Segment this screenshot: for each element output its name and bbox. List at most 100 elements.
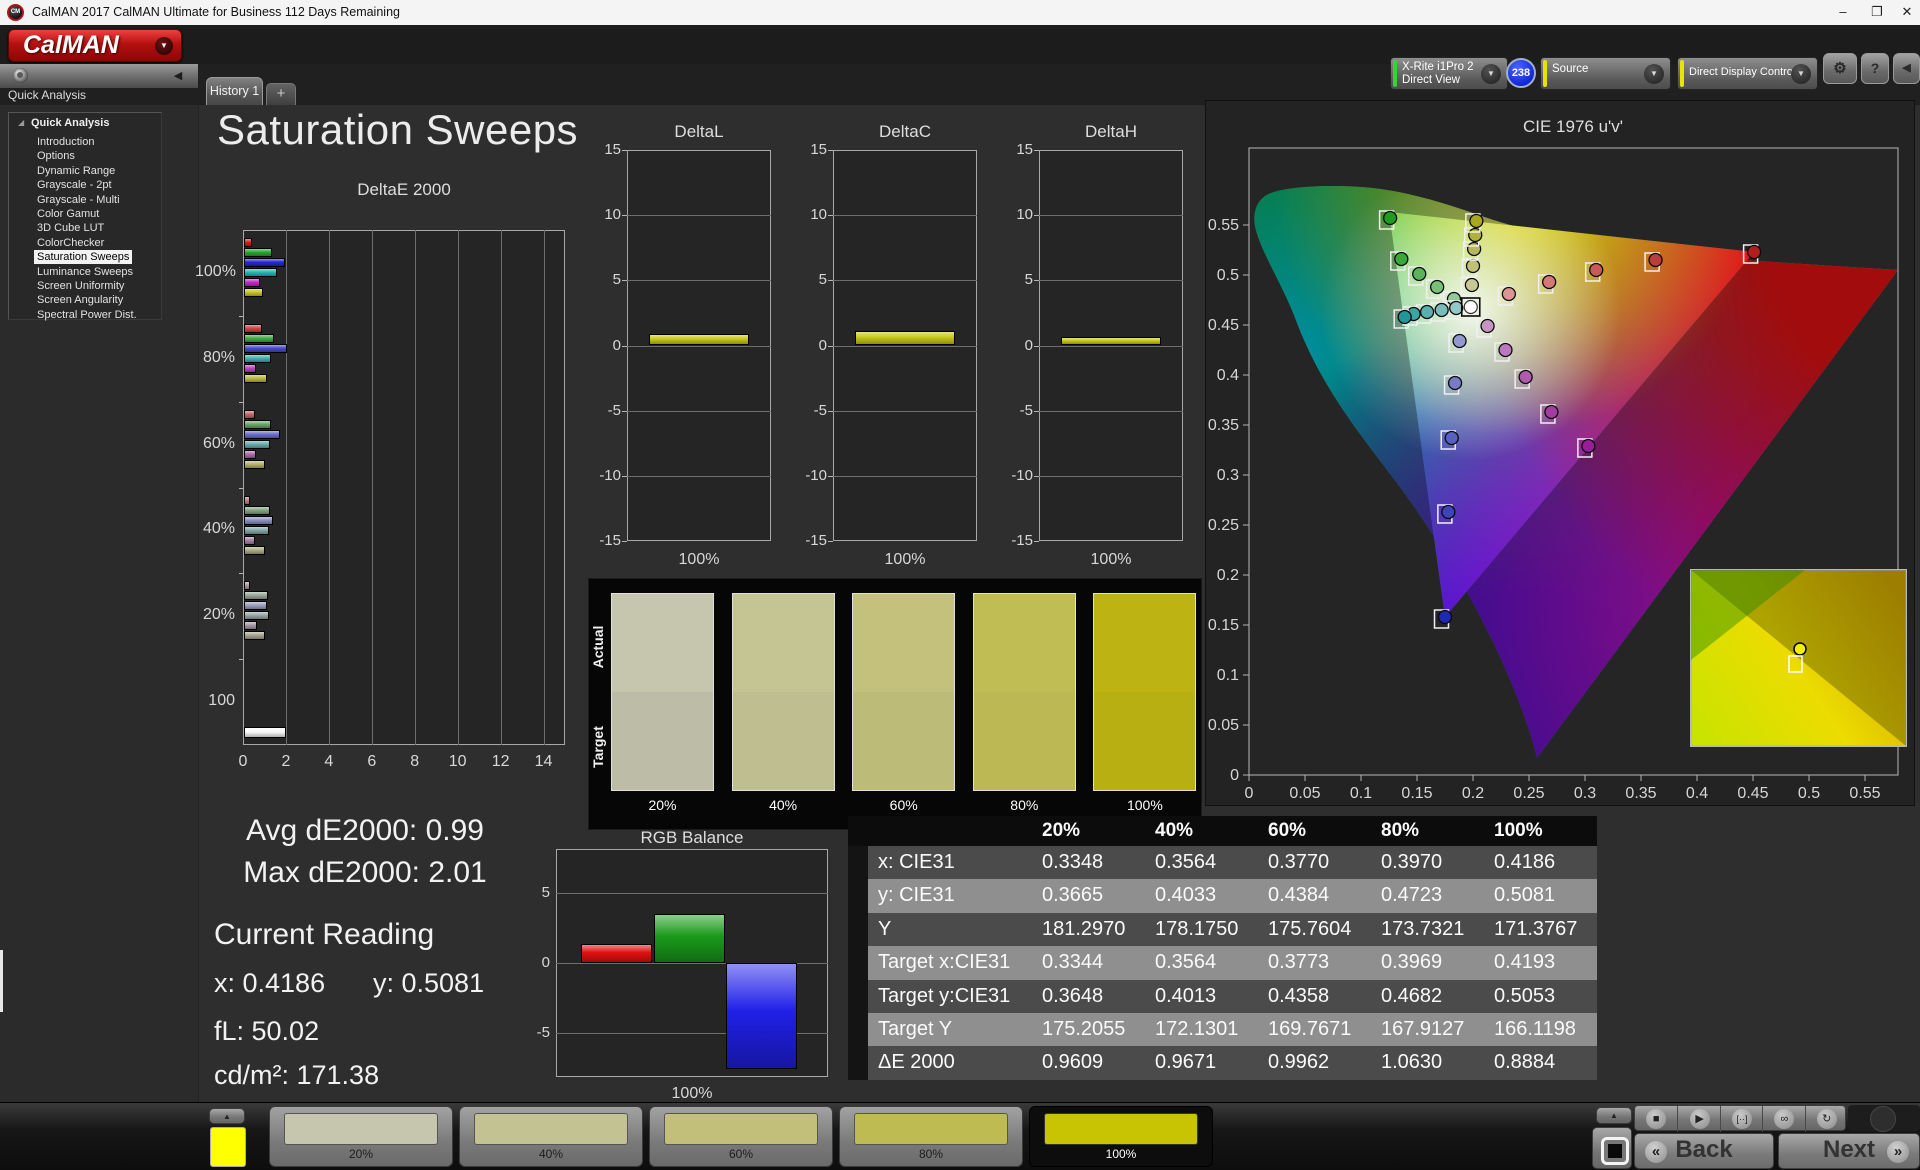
table-cell: y: CIE31: [868, 879, 1032, 913]
sidebar-item-saturation-sweeps[interactable]: Saturation Sweeps: [34, 250, 133, 265]
measured-point-blue: [1452, 333, 1467, 349]
tree-root-label[interactable]: Quick Analysis: [31, 117, 109, 129]
collapse-left-icon[interactable]: ◀: [170, 68, 186, 84]
table-cell: 0.3344: [1032, 946, 1145, 980]
table-cell: 0.4682: [1371, 979, 1484, 1013]
arrow-up-icon: ▲: [223, 1112, 231, 1121]
x-tick-label: 0.55: [1849, 785, 1880, 802]
measured-point-yellow: [1469, 213, 1484, 229]
source-dropdown[interactable]: Source ▼: [1540, 57, 1671, 90]
maximize-button[interactable]: ❐: [1860, 0, 1894, 25]
add-tab-button[interactable]: +: [266, 83, 296, 105]
pattern-button-100%[interactable]: 100%: [1029, 1106, 1213, 1167]
table-cell: 0.4384: [1258, 879, 1371, 913]
x-tick-label: 12: [491, 753, 510, 770]
table-cell: 175.2055: [1032, 1013, 1145, 1047]
header-cell: 20%: [1032, 816, 1145, 846]
reading-count-badge: 238: [1506, 58, 1536, 88]
y-axis-label: 60%: [202, 434, 235, 452]
sidebar-item-spectral-power-dist-[interactable]: Spectral Power Dist.: [37, 308, 137, 322]
white-point: [1463, 299, 1478, 315]
collapse-right-button[interactable]: ◀: [1893, 53, 1920, 84]
bar: [244, 333, 275, 343]
transport-stop-button[interactable]: ■: [1635, 1106, 1677, 1132]
pattern-window-button[interactable]: [1592, 1127, 1632, 1169]
sidebar-item-colorchecker[interactable]: ColorChecker: [37, 236, 104, 250]
gridline: [627, 345, 771, 347]
sidebar-item-grayscale-multi[interactable]: Grayscale - Multi: [37, 193, 120, 207]
pattern-button-20%[interactable]: 20%: [269, 1106, 453, 1167]
chevron-down-icon: ▼: [1481, 63, 1501, 84]
sidebar-item-grayscale-2pt[interactable]: Grayscale - 2pt: [37, 178, 112, 192]
close-button[interactable]: ✕: [1894, 0, 1920, 25]
x-axis-label: 100%: [671, 1085, 713, 1102]
measured-point-red: [1648, 252, 1663, 268]
y-tick: [622, 280, 627, 282]
pattern-button-40%[interactable]: 40%: [459, 1106, 643, 1167]
gridline: [457, 230, 459, 745]
x-tick-label: 0.05: [1289, 785, 1320, 802]
header-cell: 80%: [1371, 816, 1484, 846]
swatch-60%: [852, 593, 956, 791]
swatch-label: 40%: [769, 797, 798, 813]
sidebar-item-3d-cube-lut[interactable]: 3D Cube LUT: [37, 221, 104, 235]
transport-refresh-button[interactable]: ↻: [1804, 1106, 1848, 1132]
scroll-indicator[interactable]: [0, 950, 3, 1012]
max-de2000: Max dE2000: 2.01: [243, 856, 487, 889]
y-tick: [239, 573, 243, 575]
active-pattern-swatch[interactable]: [210, 1127, 246, 1167]
bar: [244, 248, 272, 257]
app-icon: CM: [7, 4, 24, 21]
y-tick: [828, 475, 833, 477]
measured-point-blue: [1444, 430, 1459, 446]
x-tick-label: 0.1: [1350, 785, 1372, 802]
transport-play-button[interactable]: ▶: [1677, 1106, 1720, 1132]
sidebar-item-screen-angularity[interactable]: Screen Angularity: [37, 293, 123, 307]
pattern-button-80%[interactable]: 80%: [839, 1106, 1023, 1167]
pattern-label: 60%: [728, 1147, 754, 1161]
bar: [244, 601, 267, 611]
help-button[interactable]: ?: [1861, 53, 1889, 84]
gridline: [543, 230, 545, 745]
pattern-button-60%[interactable]: 60%: [649, 1106, 833, 1167]
back-button[interactable]: « Back: [1634, 1133, 1774, 1169]
measured-point-green: [1394, 251, 1409, 267]
sidebar-item-screen-uniformity[interactable]: Screen Uniformity: [37, 279, 124, 293]
meter-dropdown[interactable]: X-Rite i1Pro 2 Direct View ▼: [1390, 57, 1508, 90]
table-cell: 0.3770: [1258, 846, 1371, 880]
pattern-expand-button[interactable]: ▲: [209, 1108, 245, 1124]
gridline: [833, 215, 977, 217]
y-tick-label: 0.45: [1208, 317, 1239, 334]
display-control-dropdown[interactable]: Direct Display Control ▼: [1677, 57, 1818, 90]
y-tick: [1034, 475, 1039, 477]
sidebar-item-dynamic-range[interactable]: Dynamic Range: [37, 164, 115, 178]
next-button[interactable]: » Next: [1778, 1133, 1920, 1169]
swatch-target: [853, 692, 955, 790]
sidebar-item-color-gamut[interactable]: Color Gamut: [37, 207, 99, 221]
y-tick: [1034, 541, 1039, 542]
pattern-label: 40%: [538, 1147, 564, 1161]
pattern-label: 80%: [918, 1147, 944, 1161]
transport-expand-button[interactable]: ▲: [1596, 1107, 1632, 1124]
swatch-label: 100%: [1126, 797, 1163, 813]
sidebar-item-introduction[interactable]: Introduction: [37, 135, 94, 149]
x-tick-label: 0.4: [1686, 785, 1708, 802]
minimize-button[interactable]: –: [1826, 0, 1860, 25]
settings-button[interactable]: ⚙: [1823, 53, 1857, 84]
swatch-target: [612, 692, 713, 790]
y-tick: [1034, 215, 1039, 217]
y-tick: [622, 541, 627, 542]
table-cell: ΔE 2000: [868, 1046, 1032, 1080]
sidebar-item-luminance-sweeps[interactable]: Luminance Sweeps: [37, 265, 133, 279]
measured-point-yellow: [1465, 258, 1481, 274]
sidebar-item-options[interactable]: Options: [37, 149, 75, 163]
calman-menu-button[interactable]: CalMAN ▼: [8, 29, 182, 62]
table-cell: 0.4358: [1258, 979, 1371, 1013]
bar: [244, 439, 270, 449]
transport-loop-button[interactable]: ∞: [1762, 1106, 1805, 1132]
y-tick-label: 5: [541, 884, 550, 902]
bar: [244, 429, 281, 439]
deltah-chart: DeltaH -15 -10 -5 0 5 10 15 100%: [1007, 120, 1207, 572]
tab-history-1[interactable]: History 1: [206, 77, 263, 105]
transport-series-button[interactable]: [··]: [1719, 1106, 1763, 1132]
